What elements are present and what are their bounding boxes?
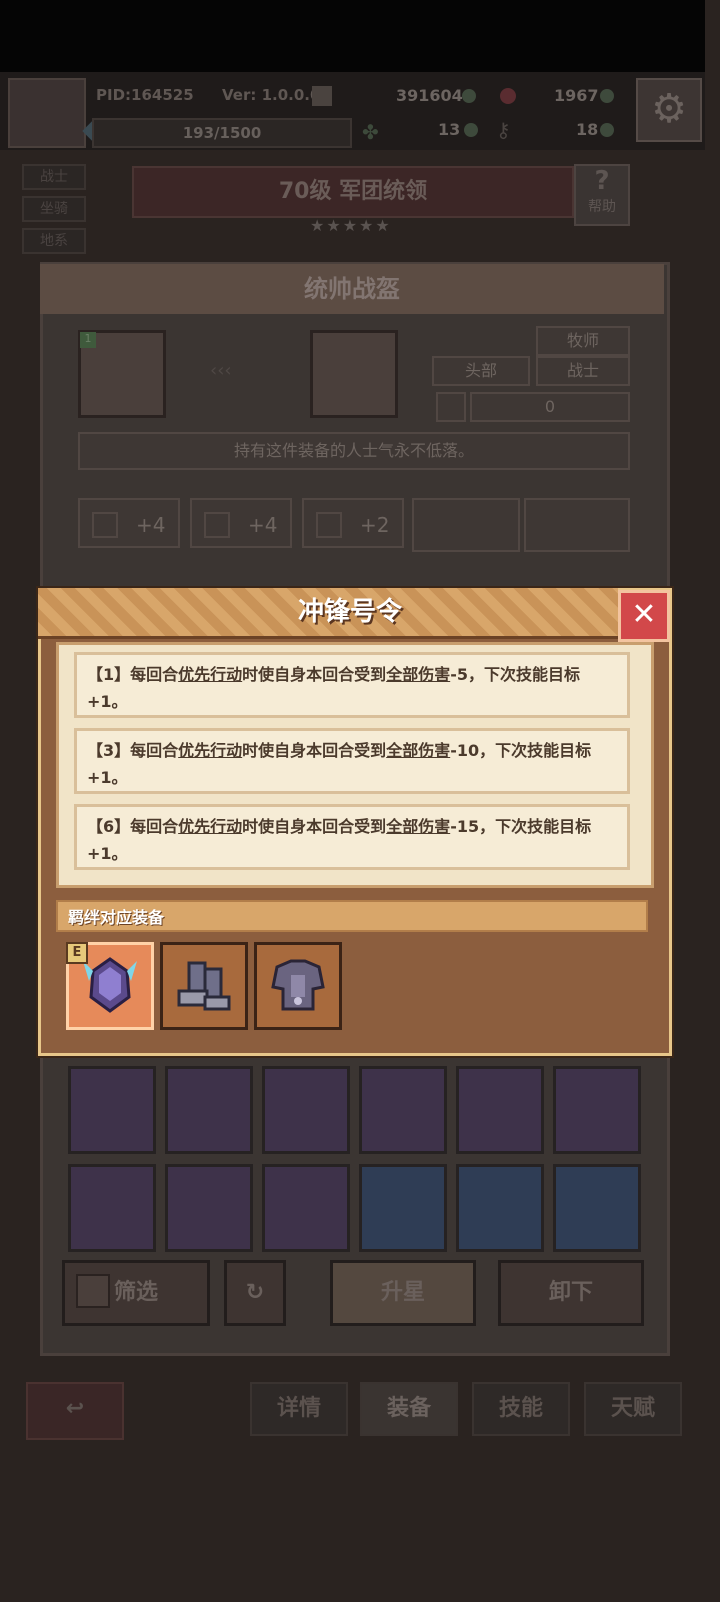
effect-text: 时使自身本回合受到 — [242, 741, 387, 760]
side-tab-earth[interactable]: 地系 — [22, 228, 86, 254]
bond-equipment-header: 羁绊对应装备 — [56, 900, 648, 932]
key-icon: ⚷ — [496, 118, 511, 142]
gem-amount: 1967 — [554, 86, 599, 105]
item-helmet-10[interactable] — [359, 1164, 447, 1252]
exp-bar: 193/1500 — [92, 118, 352, 148]
keyword-link[interactable]: 优先行动 — [178, 817, 242, 836]
tier-label: 【6】 — [87, 817, 131, 836]
settings-button[interactable]: ⚙ — [636, 78, 702, 142]
gold-amount: 391604 — [396, 86, 463, 105]
bond-effect-row-3: 【3】每回合优先行动时使自身本回合受到全部伤害-10，下次技能目标+1。 — [74, 728, 630, 794]
keyword-link[interactable]: 全部伤害 — [386, 665, 450, 684]
grid-icon — [436, 392, 466, 422]
resource-4-amount: 18 — [576, 120, 599, 139]
close-icon: ✕ — [631, 597, 657, 632]
help-button[interactable]: ? 帮助 — [574, 164, 630, 226]
copy-icon[interactable] — [312, 86, 332, 106]
class-tag-priest: 牧师 — [536, 326, 630, 356]
tier-label: 【1】 — [87, 665, 131, 684]
resource-3-plus-icon[interactable] — [464, 123, 478, 137]
side-tab-warrior[interactable]: 战士 — [22, 164, 86, 190]
gear-icon: ⚙ — [651, 86, 687, 132]
clover-icon: ✤ — [362, 120, 379, 144]
item-helmet-2[interactable] — [165, 1066, 253, 1154]
keyword-link[interactable]: 全部伤害 — [386, 741, 450, 760]
unequip-button[interactable]: 卸下 — [498, 1260, 644, 1326]
item-helmet-5[interactable] — [456, 1066, 544, 1154]
exp-text: 193/1500 — [182, 124, 262, 142]
close-button[interactable]: ✕ — [618, 590, 670, 642]
tab-equipment[interactable]: 装备 — [360, 1382, 458, 1436]
tab-talent[interactable]: 天赋 — [584, 1382, 682, 1436]
gem-plus-icon[interactable] — [600, 89, 614, 103]
level-title: 70级 军团统领 — [132, 166, 574, 218]
effect-text: 每回合 — [130, 741, 179, 760]
item-helmet-4[interactable] — [359, 1066, 447, 1154]
arrow-left-icon: ‹‹‹ — [210, 360, 232, 381]
status-bar — [0, 0, 705, 72]
equipment-title: 统帅战盔 — [40, 264, 664, 314]
star-up-button[interactable]: 升星 — [330, 1260, 476, 1326]
item-helmet-8[interactable] — [165, 1164, 253, 1252]
item-helmet-11[interactable] — [456, 1164, 544, 1252]
stat-empty-1 — [412, 498, 520, 552]
unequip-label: 卸下 — [548, 1280, 593, 1305]
star-rating: ★★★★★ — [310, 216, 392, 235]
gold-plus-icon[interactable] — [462, 89, 476, 103]
keyword-link[interactable]: 全部伤害 — [386, 817, 450, 836]
slot-tag-head: 头部 — [432, 356, 530, 386]
item-helmet-3[interactable] — [262, 1066, 350, 1154]
effect-text: 每回合 — [130, 817, 179, 836]
bond-effect-row-1: 【1】每回合优先行动时使自身本回合受到全部伤害-5，下次技能目标+1。 — [74, 652, 630, 718]
class-tag-warrior: 战士 — [536, 356, 630, 386]
keyword-link[interactable]: 优先行动 — [178, 741, 242, 760]
boots-icon — [177, 961, 231, 1011]
filter-label: 筛选 — [113, 1280, 158, 1305]
bond-item-armor[interactable] — [254, 942, 342, 1030]
grid-filter-icon — [76, 1274, 110, 1308]
effect-text: 时使自身本回合受到 — [242, 665, 387, 684]
equipment-icon — [310, 330, 398, 418]
version-label: Ver: 1.0.0.0 — [222, 86, 321, 104]
avatar[interactable] — [8, 78, 86, 148]
refresh-icon: ↻ — [245, 1280, 265, 1305]
back-arrow-icon: ↩ — [65, 1396, 85, 1421]
stat-empty-2 — [524, 498, 630, 552]
item-helmet-12[interactable] — [553, 1164, 641, 1252]
stat-1-icon — [92, 512, 118, 538]
armor-icon — [271, 959, 325, 1011]
book-icon — [204, 512, 230, 538]
tier-label: 【3】 — [87, 741, 131, 760]
star-up-label: 升星 — [380, 1280, 425, 1305]
hero-level-badge: 1 — [80, 332, 96, 348]
stat-3-icon — [316, 512, 342, 538]
effect-text: 时使自身本回合受到 — [242, 817, 387, 836]
tab-skills[interactable]: 技能 — [472, 1382, 570, 1436]
modal-title: 冲锋号令 — [297, 597, 402, 627]
tab-details[interactable]: 详情 — [250, 1382, 348, 1436]
help-label: 帮助 — [588, 199, 616, 215]
equipment-value: 0 — [470, 392, 630, 422]
refresh-button[interactable]: ↻ — [224, 1260, 286, 1326]
keyword-link[interactable]: 优先行动 — [178, 665, 242, 684]
equipped-badge: E — [66, 942, 88, 964]
equipment-description: 持有这件装备的人士气永不低落。 — [78, 432, 630, 470]
side-tab-mount[interactable]: 坐骑 — [22, 196, 86, 222]
question-icon: ? — [594, 166, 610, 196]
effect-text: 每回合 — [130, 665, 179, 684]
item-helmet-1[interactable] — [68, 1066, 156, 1154]
item-helmet-6[interactable] — [553, 1066, 641, 1154]
bond-item-boots[interactable] — [160, 942, 248, 1030]
item-helmet-7[interactable] — [68, 1164, 156, 1252]
bond-effect-row-6: 【6】每回合优先行动时使自身本回合受到全部伤害-15，下次技能目标+1。 — [74, 804, 630, 870]
player-id: PID:164525 — [96, 86, 194, 104]
item-helmet-9[interactable] — [262, 1164, 350, 1252]
back-button[interactable]: ↩ — [26, 1382, 124, 1440]
resource-3-amount: 13 — [438, 120, 461, 139]
gem-icon — [500, 88, 516, 104]
resource-4-plus-icon[interactable] — [600, 123, 614, 137]
